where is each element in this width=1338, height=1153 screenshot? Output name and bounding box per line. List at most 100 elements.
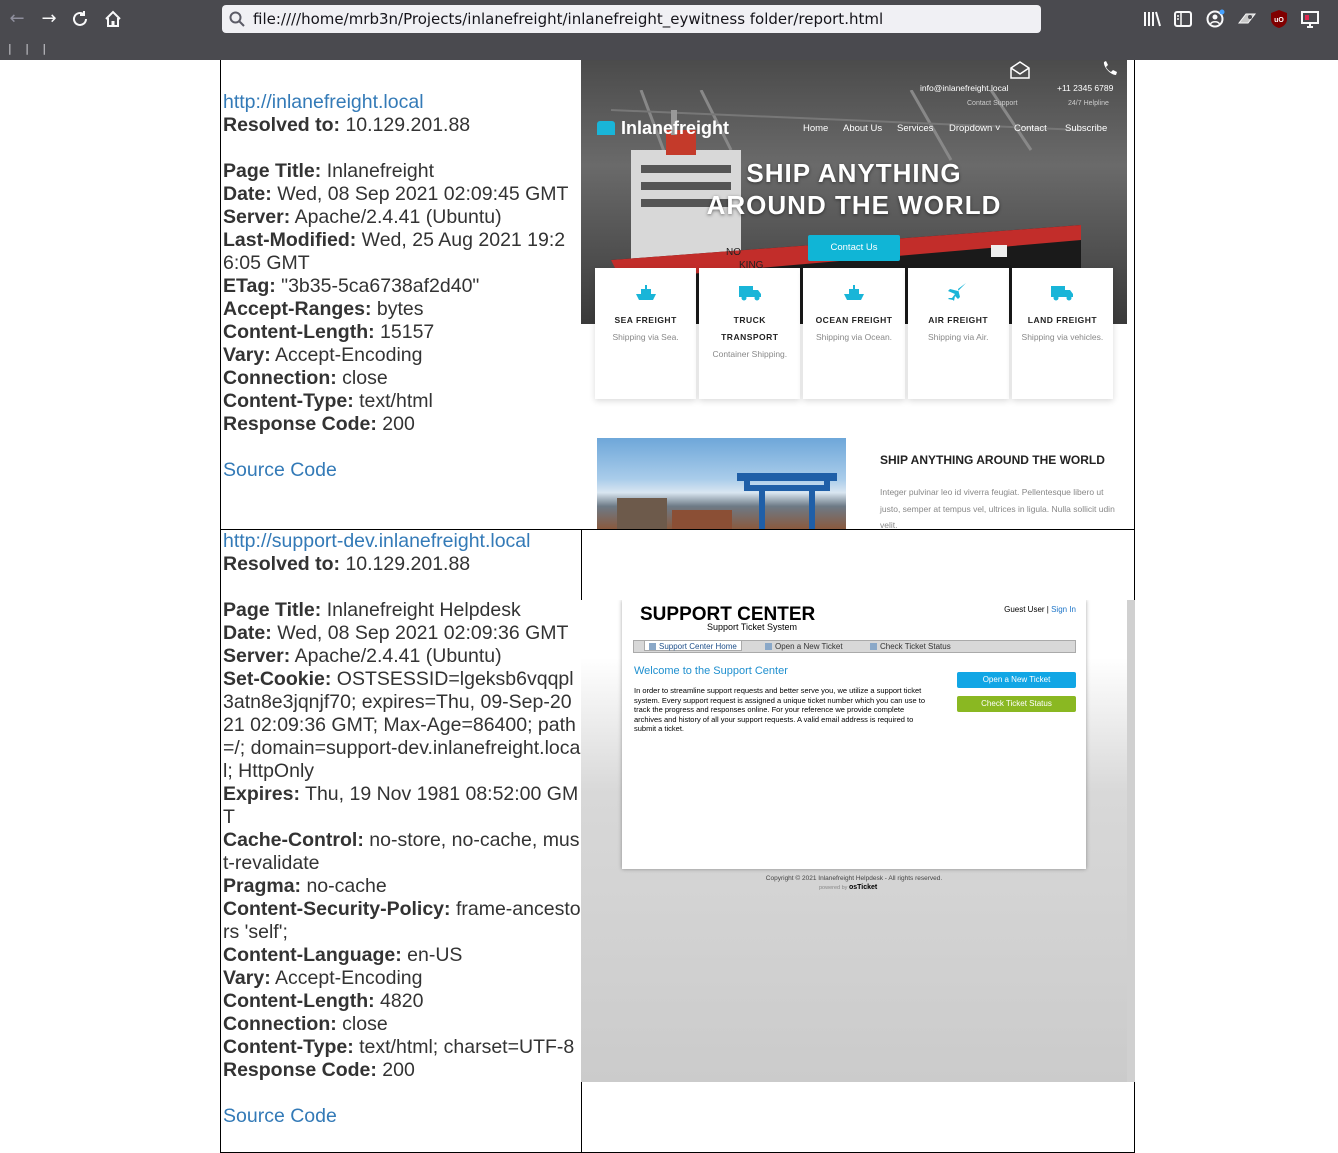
service-card-land[interactable]: LAND FREIGHT Shipping via vehicles. [1011, 268, 1114, 399]
menu-item-dropdown[interactable]: Dropdown ˅ [949, 123, 1001, 134]
service-title: AIR FREIGHT [928, 315, 989, 325]
header-key: Vary: [223, 344, 271, 366]
header-key: Last-Modified: [223, 229, 357, 251]
header-value: text/html; charset=UTF-8 [359, 1036, 575, 1058]
source-code-link[interactable]: Source Code [223, 1105, 581, 1128]
truck-icon [738, 286, 761, 301]
header-key: Response Code: [223, 1059, 377, 1081]
menu-item-services[interactable]: Services [897, 123, 933, 134]
service-card-sea[interactable]: SEA FREIGHT Shipping via Sea. [595, 268, 697, 399]
search-icon [229, 11, 245, 27]
header-value: 15157 [380, 321, 435, 343]
email-text[interactable]: info@inlanefreight.local [920, 83, 1009, 93]
header-key: Expires: [223, 783, 300, 805]
svg-text:uO: uO [1274, 17, 1284, 24]
reload-icon[interactable] [69, 8, 91, 30]
about-text: Integer pulvinar leo id viverra feugiat.… [880, 487, 1115, 529]
header-key: Pragma: [223, 875, 302, 897]
ship-icon [635, 285, 656, 300]
nav-check-status[interactable]: Check Ticket Status [870, 641, 951, 652]
url-text[interactable]: file:////home/mrb3n/Projects/inlanefreig… [253, 10, 883, 28]
extension-icon[interactable] [1237, 9, 1257, 29]
header-line: Connection: close [223, 367, 581, 390]
account-icon[interactable] [1205, 9, 1225, 29]
header-value: "3b35-5ca6738af2d40" [281, 275, 480, 297]
home-icon [649, 643, 656, 650]
header-key: Accept-Ranges: [223, 298, 372, 320]
helpdesk-nav: Support Center Home Open a New Ticket Ch… [633, 640, 1076, 653]
nav-open-ticket[interactable]: Open a New Ticket [765, 641, 843, 652]
service-desc: Shipping via Air. [927, 332, 989, 342]
header-value: close [342, 1013, 388, 1035]
header-value: text/html [359, 390, 433, 412]
header-value: 4820 [380, 990, 424, 1012]
header-value: en-US [407, 944, 463, 966]
resolved-line: Resolved to: 10.129.201.88 [223, 553, 581, 576]
header-line: Page Title: Inlanefreight Helpdesk [223, 599, 581, 622]
header-line: Server: Apache/2.4.41 (Ubuntu) [223, 645, 581, 668]
header-key: Cache-Control: [223, 829, 364, 851]
service-title: TRUCK [733, 315, 766, 325]
header-key: Connection: [223, 1013, 337, 1035]
check-status-button[interactable]: Check Ticket Status [957, 696, 1076, 712]
header-value: Accept-Encoding [275, 967, 423, 989]
back-icon[interactable]: ← [4, 6, 30, 32]
nav-support-home[interactable]: Support Center Home [644, 640, 742, 651]
header-value: Wed, 08 Sep 2021 02:09:36 GMT [277, 622, 569, 644]
header-value: 200 [382, 413, 415, 435]
header-line: Content-Type: text/html [223, 390, 581, 413]
header-key: Server: [223, 206, 291, 228]
welcome-body: In order to streamline support requests … [634, 686, 925, 733]
url-bar[interactable]: file:////home/mrb3n/Projects/inlanefreig… [222, 5, 1041, 33]
home-icon[interactable] [102, 8, 124, 30]
menu-item-contact[interactable]: Contact [1014, 123, 1047, 134]
monitor-icon[interactable] [1300, 9, 1320, 29]
menu-item-home[interactable]: Home [803, 123, 828, 134]
service-card-truck[interactable]: TRUCK TRANSPORT Container Shipping. [699, 268, 801, 399]
header-value: Inlanefreight [326, 160, 435, 182]
header-line: Connection: close [223, 1013, 581, 1036]
header-line: Content-Length: 4820 [223, 990, 581, 1013]
header-key: Response Code: [223, 413, 377, 435]
service-title: OCEAN FREIGHT [815, 315, 893, 325]
service-card-ocean[interactable]: OCEAN FREIGHT Shipping via Ocean. [803, 268, 905, 399]
forward-icon[interactable]: → [36, 6, 62, 32]
service-card-air[interactable]: AIR FREIGHT Shipping via Air. [907, 268, 1009, 399]
service-desc: Shipping via Ocean. [815, 332, 893, 342]
ublock-icon[interactable]: uO [1269, 9, 1289, 29]
user-status: Guest User | Sign In [1004, 605, 1076, 614]
service-title-2: TRANSPORT [721, 332, 779, 342]
header-value: Apache/2.4.41 (Ubuntu) [294, 645, 502, 667]
header-line: Content-Length: 15157 [223, 321, 581, 344]
site-logo[interactable]: Inlanefreight [597, 118, 729, 139]
header-key: Set-Cookie: [223, 668, 332, 690]
library-icon[interactable] [1142, 9, 1162, 29]
sign-in-link[interactable]: Sign In [1051, 605, 1076, 614]
row-2-url-link[interactable]: http://support-dev.inlanefreight.local [223, 530, 581, 553]
open-ticket-button[interactable]: Open a New Ticket [957, 672, 1076, 688]
contact-us-button[interactable]: Contact Us [808, 235, 900, 261]
guest-user-label: Guest User [1004, 605, 1045, 614]
header-line: Content-Language: en-US [223, 944, 581, 967]
plane-icon [948, 283, 967, 301]
email-icon [1010, 61, 1030, 79]
header-value: Inlanefreight Helpdesk [326, 599, 521, 621]
service-title: LAND FREIGHT [1027, 315, 1098, 325]
row-2-screenshot: SUPPORT CENTER Support Ticket System Gue… [581, 530, 1135, 1153]
header-line: Vary: Accept-Encoding [223, 967, 581, 990]
header-key: Date: [223, 183, 272, 205]
menu-item-subscribe[interactable]: Subscribe [1065, 123, 1107, 134]
powered-by: powered by osTicket [819, 884, 878, 891]
header-key: Date: [223, 622, 272, 644]
resolved-label: Resolved to: [223, 114, 341, 136]
header-value: Apache/2.4.41 (Ubuntu) [294, 206, 502, 228]
hero-headline-2: AROUND THE WORLD [706, 190, 1002, 220]
source-code-link[interactable]: Source Code [223, 459, 581, 482]
row-1-info: http://inlanefreight.local Resolved to: … [220, 60, 582, 529]
header-line: ETag: "3b35-5ca6738af2d40" [223, 275, 581, 298]
header-key: Connection: [223, 367, 337, 389]
sidebar-icon[interactable] [1173, 9, 1193, 29]
row-1-url-link[interactable]: http://inlanefreight.local [223, 91, 581, 114]
menu-item-about[interactable]: About Us [843, 123, 882, 134]
header-key: Content-Type: [223, 1036, 354, 1058]
